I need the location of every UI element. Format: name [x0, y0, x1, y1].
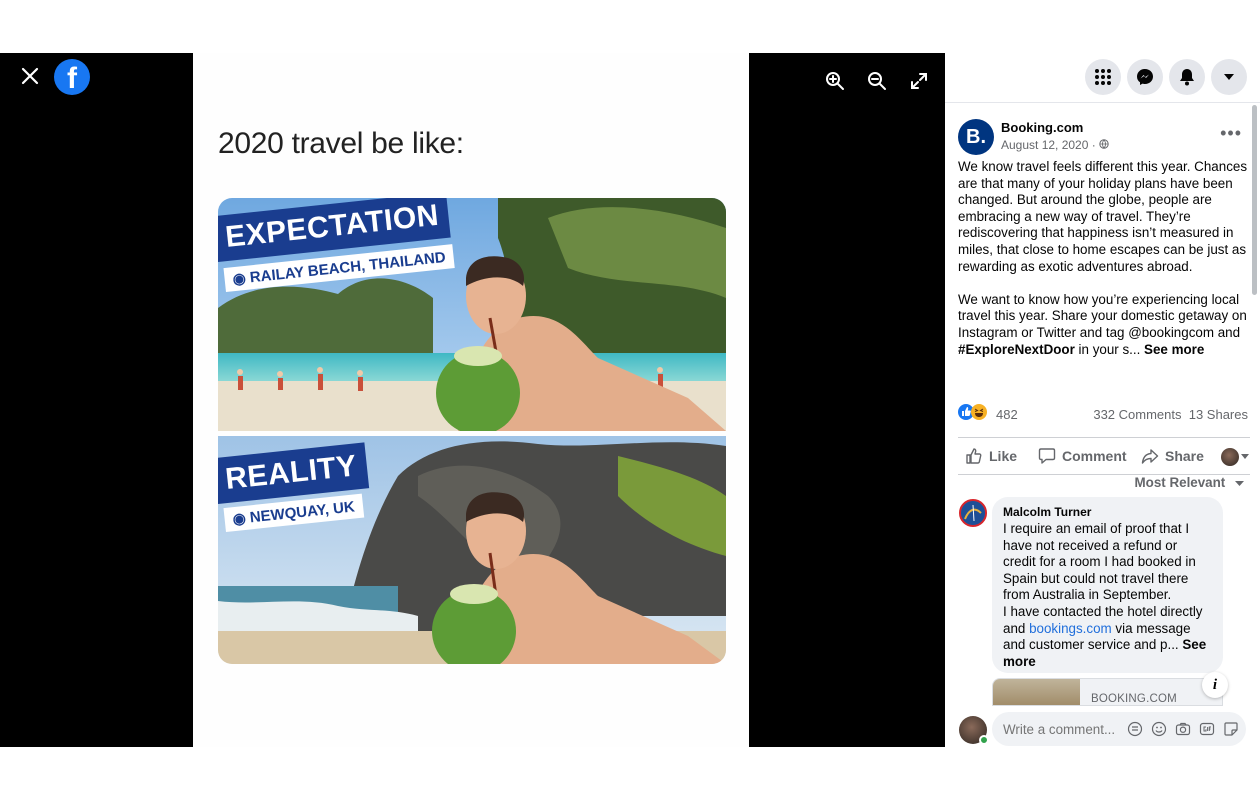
- emoji-icon[interactable]: [1151, 721, 1167, 737]
- comment-icon: [1038, 448, 1056, 464]
- gif-icon[interactable]: [1199, 721, 1215, 737]
- link-preview-domain: BOOKING.COM: [1091, 693, 1177, 705]
- post-sidebar: B. Booking.com August 12, 2020 · ••• We …: [945, 53, 1260, 747]
- location-pin-icon: ◉: [231, 269, 251, 289]
- link-preview-card[interactable]: BOOKING.COM: [992, 678, 1223, 706]
- link-preview-thumbnail: [993, 679, 1080, 705]
- account-dropdown-icon[interactable]: [1211, 59, 1247, 95]
- close-icon[interactable]: [18, 64, 42, 88]
- post-as-selector[interactable]: [1221, 448, 1249, 466]
- comment-bubble: Malcolm Turner I require an email of pro…: [992, 497, 1223, 673]
- sort-label: Most Relevant: [1134, 475, 1226, 490]
- comment-link[interactable]: bookings.com: [1029, 621, 1112, 636]
- zoom-out-icon[interactable]: [867, 71, 887, 91]
- hashtag-link[interactable]: #ExploreNextDoor: [958, 342, 1075, 357]
- comment-text-line-2: I have contacted the hotel directly and …: [1003, 604, 1212, 670]
- globe-icon: [1099, 138, 1109, 152]
- engagement-counts: 332 Comments 13 Shares: [1093, 407, 1248, 422]
- action-bar: Like Comment Share: [958, 437, 1250, 475]
- composer-tools: [1127, 721, 1239, 737]
- share-label: Share: [1165, 448, 1204, 464]
- comment-button[interactable]: Comment: [1038, 447, 1127, 465]
- reality-photo: REALITY ◉ NEWQUAY, UK: [218, 436, 726, 664]
- post-date[interactable]: August 12, 2020 ·: [1001, 138, 1109, 152]
- expectation-photo: EXPECTATION ◉ RAILAY BEACH, THAILAND: [218, 198, 726, 431]
- post-paragraph-2-end: in your s...: [1074, 341, 1145, 357]
- comment-text-line-1: I require an email of proof that I have …: [1003, 521, 1196, 603]
- meme-caption: 2020 travel be like:: [218, 127, 464, 160]
- messenger-icon[interactable]: [1127, 59, 1163, 95]
- post-as-avatar: [1221, 448, 1239, 466]
- post-body: We know travel feels different this year…: [958, 159, 1248, 375]
- post-image[interactable]: 2020 travel be like: EXPECTATION ◉ RAILA…: [193, 53, 749, 747]
- camera-icon[interactable]: [1175, 721, 1191, 737]
- chevron-down-icon: [1235, 481, 1244, 486]
- chevron-down-icon: [1241, 454, 1249, 459]
- comment-label: Comment: [1062, 448, 1127, 464]
- location-pin-icon: ◉: [231, 509, 251, 529]
- facebook-logo[interactable]: f: [54, 59, 90, 95]
- comment-input[interactable]: [1003, 721, 1121, 737]
- see-more-link[interactable]: See more: [1144, 342, 1204, 357]
- post-date-label: August 12, 2020 ·: [1001, 138, 1100, 152]
- share-icon: [1141, 449, 1159, 464]
- post-header: B. Booking.com August 12, 2020 ·: [958, 119, 1109, 155]
- notifications-icon[interactable]: [1169, 59, 1205, 95]
- haha-reaction-icon[interactable]: [971, 404, 987, 423]
- sticker-icon[interactable]: [1223, 721, 1239, 737]
- online-status-dot: [979, 735, 989, 745]
- post-paragraph-1: We know travel feels different this year…: [958, 159, 1248, 274]
- menu-grid-icon[interactable]: [1085, 59, 1121, 95]
- zoom-in-icon[interactable]: [825, 71, 845, 91]
- sidebar-scrollbar[interactable]: [1252, 105, 1257, 295]
- comment-sort-selector[interactable]: Most Relevant: [1134, 475, 1244, 490]
- comment-composer: [992, 712, 1246, 746]
- fullscreen-icon[interactable]: [909, 71, 929, 91]
- like-label: Like: [989, 448, 1018, 464]
- zoom-tools: [825, 71, 929, 91]
- top-bar: [945, 53, 1260, 103]
- share-button[interactable]: Share: [1141, 447, 1204, 465]
- page-name[interactable]: Booking.com: [1001, 120, 1083, 135]
- info-icon[interactable]: i: [1202, 672, 1228, 698]
- thumbs-up-icon: [966, 448, 982, 464]
- comment-text: I require an email of proof that I have …: [1003, 521, 1212, 670]
- avatar-sticker-icon[interactable]: [1127, 721, 1143, 737]
- post-options-icon[interactable]: •••: [1220, 123, 1242, 144]
- post-paragraph-2: We want to know how you’re experiencing …: [958, 292, 1248, 358]
- share-count[interactable]: 13 Shares: [1189, 407, 1248, 422]
- commenter-name[interactable]: Malcolm Turner: [1003, 505, 1212, 519]
- facebook-logo-letter: f: [67, 62, 77, 95]
- commenter-avatar[interactable]: [959, 499, 987, 527]
- reaction-count[interactable]: 482: [996, 407, 1018, 422]
- photo-viewer-stage: f 2020 travel be like: EXPECTATION ◉ RAI…: [0, 53, 1260, 747]
- comment-count[interactable]: 332 Comments: [1093, 407, 1181, 422]
- like-button[interactable]: Like: [965, 447, 1017, 465]
- post-paragraph-2-text: We want to know how you’re experiencing …: [958, 291, 1247, 340]
- photo-viewer: f 2020 travel be like: EXPECTATION ◉ RAI…: [0, 53, 945, 747]
- page-avatar[interactable]: B.: [958, 119, 994, 155]
